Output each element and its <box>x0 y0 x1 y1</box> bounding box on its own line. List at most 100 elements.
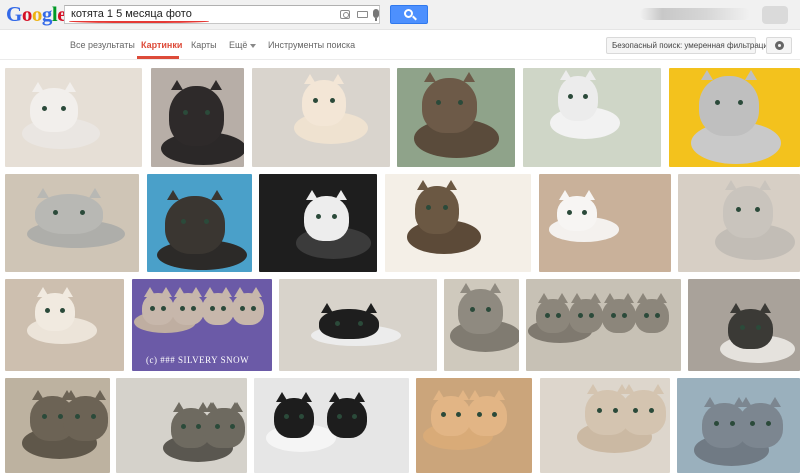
image-result-thumbnail[interactable] <box>5 378 110 473</box>
kitten-eye <box>220 305 226 311</box>
kitten-eye <box>567 210 573 215</box>
image-result-thumbnail[interactable] <box>279 279 437 371</box>
kitten-eye <box>298 414 304 419</box>
image-result-thumbnail[interactable] <box>444 279 519 371</box>
image-result-thumbnail[interactable] <box>526 279 681 371</box>
image-result-thumbnail[interactable] <box>416 378 532 473</box>
image-result-thumbnail[interactable] <box>5 68 142 167</box>
kitten-eye <box>714 100 720 105</box>
image-result-thumbnail[interactable] <box>116 378 247 473</box>
kitten-head <box>327 392 367 438</box>
kitten-ear <box>332 74 344 84</box>
image-result-thumbnail[interactable]: (c) ### SILVERY SNOW <box>132 279 272 371</box>
kitten-ear <box>365 303 377 313</box>
image-result-thumbnail[interactable] <box>397 68 515 167</box>
kitten-eye <box>351 414 357 419</box>
kitten-eye <box>469 307 475 312</box>
kitten-eye <box>204 110 210 115</box>
kitten-ear <box>174 287 186 297</box>
image-result-thumbnail[interactable] <box>540 378 670 473</box>
kitten-ear <box>210 80 222 90</box>
kitten-eye <box>358 321 364 326</box>
image-result-thumbnail[interactable] <box>677 378 800 473</box>
kitten-ear <box>604 293 616 303</box>
kitten-head <box>621 384 666 435</box>
kitten-eye <box>313 98 319 104</box>
kitten-ear <box>300 392 312 402</box>
kitten-eye <box>442 205 448 211</box>
kitten-head <box>458 283 503 334</box>
kitten-eye <box>181 424 187 429</box>
kitten-ear <box>433 390 445 400</box>
kitten-eye <box>643 312 649 318</box>
image-result-thumbnail[interactable] <box>147 174 252 272</box>
kitten-head <box>415 180 459 234</box>
kitten-ear <box>637 293 649 303</box>
kitten-ear <box>304 74 316 84</box>
image-result-thumbnail[interactable] <box>151 68 244 167</box>
kitten-eye <box>491 412 497 417</box>
image-result-thumbnail[interactable] <box>669 68 800 167</box>
image-result-thumbnail[interactable] <box>688 279 800 371</box>
kitten-eye <box>215 424 221 429</box>
kitten-ear <box>622 293 634 303</box>
kitten-ear <box>493 390 505 400</box>
kitten-eye <box>655 312 661 318</box>
kitten-eye <box>180 219 186 225</box>
image-result-thumbnail[interactable] <box>5 174 139 272</box>
kitten-ear <box>204 287 216 297</box>
kitten-eye <box>74 414 80 419</box>
kitten-eye <box>622 312 628 318</box>
kitten-head <box>431 390 471 436</box>
kitten-ear <box>730 303 742 313</box>
kitten-ear <box>250 287 262 297</box>
image-result-thumbnail[interactable] <box>259 174 377 272</box>
kitten-eye <box>632 408 638 413</box>
kitten-head <box>422 72 477 133</box>
kitten-ear <box>559 190 571 200</box>
kitten-ear <box>725 180 737 190</box>
image-result-thumbnail[interactable] <box>252 68 390 167</box>
kitten-eye <box>556 312 562 318</box>
kitten-ear <box>704 397 716 407</box>
kitten-eye <box>80 210 86 215</box>
kitten-eye <box>41 414 47 419</box>
kitten-eye <box>756 325 762 330</box>
kitten-head <box>723 180 773 238</box>
kitten-eye <box>610 312 616 318</box>
image-result-thumbnail[interactable] <box>678 174 800 272</box>
kitten-ear <box>167 190 179 200</box>
kitten-ear <box>584 70 596 80</box>
kitten-ear <box>220 287 232 297</box>
kitten-ear <box>64 82 76 92</box>
kitten-head <box>35 188 103 234</box>
kitten-eye <box>581 210 587 215</box>
kitten-ear <box>759 303 771 313</box>
image-result-thumbnail[interactable] <box>539 174 671 272</box>
kitten-ear <box>623 384 635 394</box>
kitten-ear <box>37 287 49 297</box>
kitten-head <box>232 287 264 325</box>
image-result-thumbnail[interactable] <box>385 174 531 272</box>
kitten-eye <box>190 305 196 311</box>
image-result-thumbnail[interactable] <box>254 378 409 473</box>
kitten-ear <box>89 188 101 198</box>
kitten-ear <box>32 82 44 92</box>
kitten-eye <box>736 206 741 212</box>
kitten-ear <box>652 384 664 394</box>
image-result-thumbnail[interactable] <box>523 68 661 167</box>
kitten-eye <box>183 110 189 115</box>
kitten-eye <box>477 412 483 417</box>
image-result-thumbnail[interactable] <box>5 279 124 371</box>
kitten-ear <box>207 402 219 412</box>
kitten-eye <box>45 308 51 314</box>
image-results-grid: (c) ### SILVERY SNOW <box>0 0 800 473</box>
kitten-eye <box>426 205 432 211</box>
kitten-eye <box>210 305 216 311</box>
kitten-ear <box>190 287 202 297</box>
kitten-head <box>467 390 507 436</box>
kitten-eye <box>91 414 97 419</box>
kitten-eye <box>240 305 246 311</box>
kitten-eye <box>596 408 602 413</box>
kitten-eye <box>332 214 338 219</box>
